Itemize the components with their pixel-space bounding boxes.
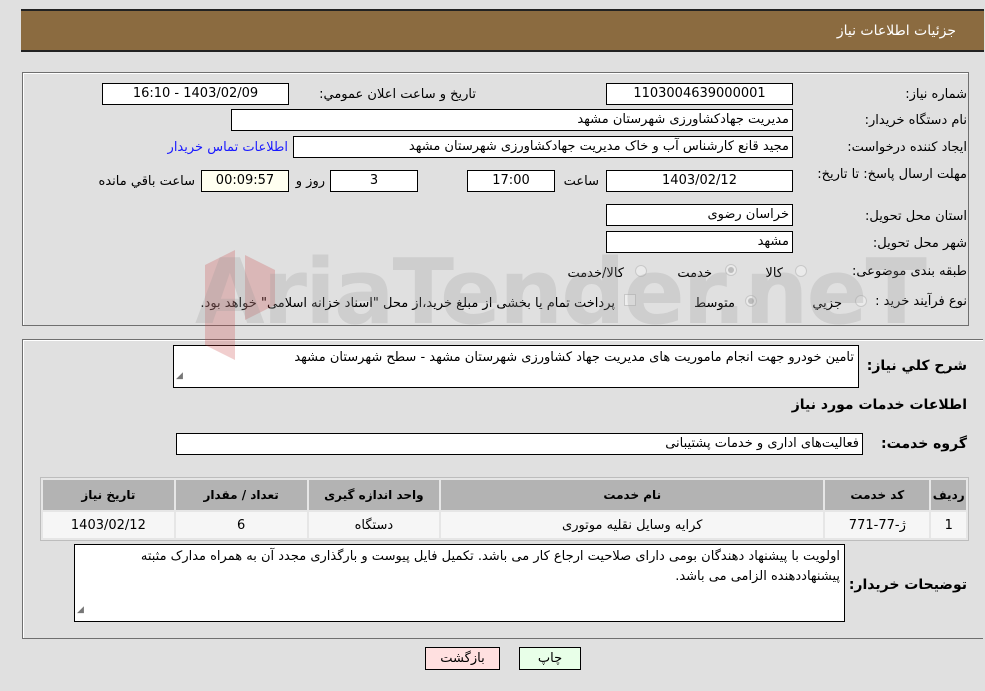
service-group-field: فعالیت‌های اداری و خدمات پشتیبانی	[176, 433, 863, 455]
remaining-time-label: ساعت باقي مانده	[98, 174, 195, 189]
page-header: جزئیات اطلاعات نیاز	[21, 9, 984, 52]
services-section-title: اطلاعات خدمات مورد نياز	[791, 397, 967, 413]
remaining-days-field: 3	[330, 170, 418, 192]
print-button[interactable]: چاپ	[519, 647, 581, 670]
cell-service-name: کرایه وسایل نقلیه موتوری	[441, 512, 824, 538]
col-header-quantity: تعداد / مقدار	[175, 480, 307, 510]
category-radio-service[interactable]	[725, 264, 737, 276]
services-table: رديف کد خدمت نام خدمت واحد اندازه گيری ت…	[40, 477, 969, 541]
buyer-org-label: نام دستگاه خريدار:	[864, 113, 967, 128]
process-option-minor: جزيي	[812, 296, 842, 311]
requester-label: ايجاد كننده درخواست:	[847, 140, 967, 155]
process-option-medium: متوسط	[694, 296, 735, 311]
col-header-unit: واحد اندازه گيری	[308, 480, 440, 510]
province-label: استان محل تحویل:	[865, 209, 967, 224]
category-option-goods: کالا	[765, 266, 783, 281]
category-option-goods-service: کالا/خدمت	[567, 266, 624, 281]
buyer-notes-textarea[interactable]: اولویت با پیشنهاد دهندگان بومی دارای صلا…	[74, 544, 845, 622]
table-row: 1 ژ-77-771 کرایه وسایل نقلیه موتوری دستگ…	[43, 512, 966, 538]
cell-unit: دستگاه	[308, 512, 440, 538]
category-option-service: خدمت	[677, 266, 712, 281]
resize-grip-icon[interactable]: ◢	[77, 600, 84, 620]
col-header-row-num: رديف	[931, 480, 966, 510]
buyer-notes-text: اولویت با پیشنهاد دهندگان بومی دارای صلا…	[140, 549, 840, 584]
resize-grip-icon[interactable]: ◢	[176, 366, 183, 386]
page-title: جزئیات اطلاعات نیاز	[836, 23, 956, 39]
deadline-time-field: 17:00	[467, 170, 555, 192]
days-label: روز و	[295, 174, 325, 189]
back-button[interactable]: بازگشت	[425, 647, 500, 670]
announce-datetime-field: 1403/02/09 - 16:10	[102, 83, 289, 105]
buyer-contact-link[interactable]: اطلاعات تماس خريدار	[168, 140, 288, 155]
need-number-field: 1103004639000001	[606, 83, 793, 105]
category-label: طبقه بندی موضوعی:	[851, 264, 967, 279]
description-textarea[interactable]: تامین خودرو جهت انجام ماموریت های مدیریت…	[173, 345, 859, 388]
remaining-time-field: 00:09:57	[201, 170, 289, 192]
cell-quantity: 6	[175, 512, 307, 538]
treasury-checkbox-label: پرداخت تمام یا بخشی از مبلغ خرید،از محل …	[200, 296, 615, 311]
description-label: شرح کلي نياز:	[866, 358, 967, 374]
cell-service-code: ژ-77-771	[825, 512, 930, 538]
service-group-label: گروه خدمت:	[881, 436, 967, 452]
buyer-org-field: مدیریت جهادکشاورزی شهرستان مشهد	[231, 109, 793, 131]
need-number-label: شماره نیاز:	[905, 87, 967, 102]
treasury-checkbox[interactable]	[624, 294, 636, 306]
table-header-row: رديف کد خدمت نام خدمت واحد اندازه گيری ت…	[43, 480, 966, 510]
cell-need-date: 1403/02/12	[43, 512, 174, 538]
process-radio-medium[interactable]	[745, 295, 757, 307]
description-text: تامین خودرو جهت انجام ماموریت های مدیریت…	[294, 350, 854, 365]
category-radio-goods-service[interactable]	[635, 265, 647, 277]
process-type-label: نوع فرآیند خرید :	[875, 294, 967, 309]
col-header-need-date: تاريخ نياز	[43, 480, 174, 510]
province-field: خراسان رضوی	[606, 204, 793, 226]
deadline-time-label: ساعت	[563, 174, 599, 189]
cell-row-num: 1	[931, 512, 966, 538]
process-radio-minor[interactable]	[855, 295, 867, 307]
city-label: شهر محل تحویل:	[872, 236, 967, 251]
deadline-label: مهلت ارسال پاسخ: تا تاریخ:	[817, 167, 967, 182]
col-header-service-code: کد خدمت	[825, 480, 930, 510]
deadline-date-field: 1403/02/12	[606, 170, 793, 192]
buyer-notes-label: توضيحات خريدار:	[848, 577, 967, 593]
requester-field: مجید قانع کارشناس آب و خاک مدیریت جهادکش…	[293, 136, 793, 158]
category-radio-goods[interactable]	[795, 265, 807, 277]
col-header-service-name: نام خدمت	[441, 480, 824, 510]
announce-datetime-label: تاریخ و ساعت اعلان عمومي:	[319, 87, 476, 102]
city-field: مشهد	[606, 231, 793, 253]
